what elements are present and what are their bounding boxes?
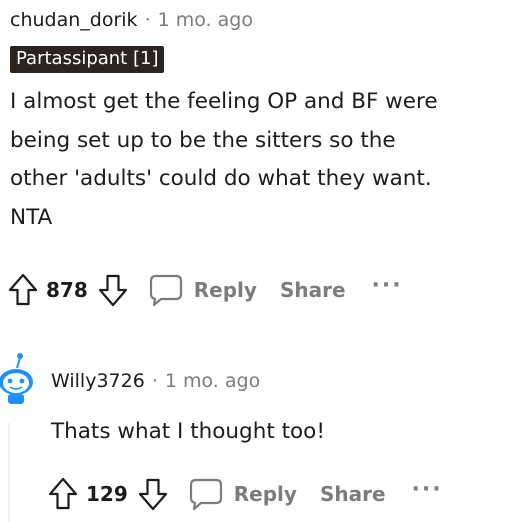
comment-action-bar: 878 Reply Share ···: [8, 270, 403, 310]
downvote-arrow-icon[interactable]: [138, 477, 168, 511]
meta-separator: ·: [144, 9, 151, 31]
downvote-arrow-icon[interactable]: [98, 273, 128, 307]
share-button[interactable]: Share: [320, 482, 386, 506]
comment-body-line: other 'adults' could do what they want.: [10, 166, 432, 191]
upvote-arrow-icon[interactable]: [48, 477, 78, 511]
comment-meta: chudan_dorik · 1 mo. ago: [10, 6, 510, 34]
ellipsis-icon[interactable]: ···: [412, 477, 443, 502]
comment-body: I almost get the feeling OP and BF were …: [10, 83, 510, 237]
reply-action-bar: 129 Reply Share ···: [48, 474, 443, 514]
comment-timestamp[interactable]: 1 mo. ago: [158, 9, 253, 31]
ellipsis-icon[interactable]: ···: [372, 273, 403, 298]
snoo-avatar-icon[interactable]: [0, 352, 36, 404]
thread-line[interactable]: [8, 423, 10, 522]
comment-author[interactable]: chudan_dorik: [10, 9, 138, 31]
comment-body-line: I almost get the feeling OP and BF were: [10, 89, 438, 114]
vote-count: 129: [86, 482, 128, 506]
speech-bubble-icon[interactable]: [148, 273, 184, 307]
share-button[interactable]: Share: [280, 278, 346, 302]
user-flair: Partassipant [1]: [10, 46, 165, 73]
meta-separator: ·: [151, 370, 158, 392]
comment-body-line: being set up to be the sitters so the: [10, 127, 396, 153]
reply-meta: Willy3726 · 1 mo. ago: [51, 367, 260, 395]
comment-body-line: NTA: [10, 204, 53, 230]
reply-button[interactable]: Reply: [234, 482, 297, 506]
reply-timestamp[interactable]: 1 mo. ago: [165, 370, 260, 392]
reply-author[interactable]: Willy3726: [51, 370, 145, 392]
speech-bubble-icon[interactable]: [188, 477, 224, 511]
vote-count: 878: [46, 278, 88, 302]
reply-body: Thats what I thought too!: [51, 419, 325, 444]
reply-button[interactable]: Reply: [194, 278, 257, 302]
upvote-arrow-icon[interactable]: [8, 273, 38, 307]
comment-chudan-dorik: chudan_dorik · 1 mo. ago Partassipant [1…: [10, 6, 510, 237]
